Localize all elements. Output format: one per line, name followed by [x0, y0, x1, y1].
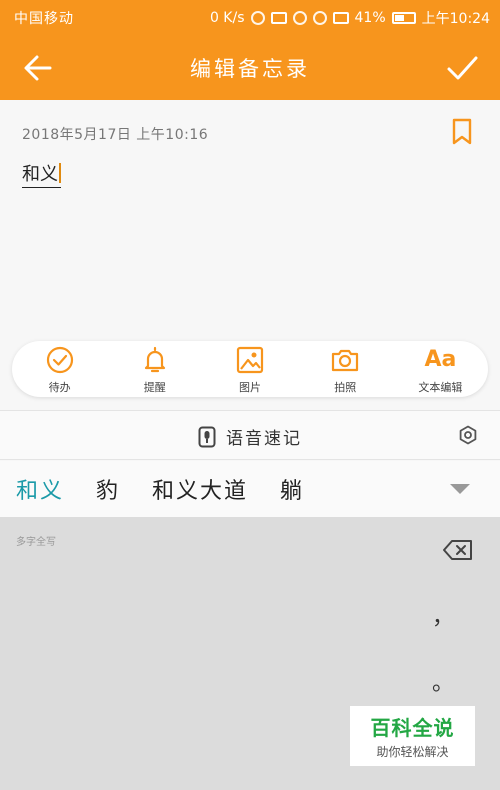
note-toolbar: 待办 提醒 图片 拍照 Aa 文本编辑 — [12, 341, 488, 397]
hd-icon — [270, 12, 287, 24]
battery-icon — [391, 12, 416, 24]
check-circle-icon — [46, 346, 73, 374]
bell-icon — [144, 346, 165, 373]
battery-percent: 41% — [354, 10, 386, 26]
note-date: 2018年5月17日 上午10:16 — [22, 127, 209, 143]
candidate-item[interactable]: 躺 — [264, 473, 320, 505]
candidate-item[interactable]: 和义大道 — [136, 473, 264, 505]
watermark-title: 百科全说 — [370, 716, 455, 740]
confirm-button[interactable] — [442, 48, 482, 88]
camera-icon — [332, 349, 359, 372]
text-cursor — [59, 163, 61, 183]
note-body[interactable]: 和义 — [22, 160, 61, 188]
page-title: 编辑备忘录 — [190, 57, 310, 81]
voice-note-button[interactable]: 语音速记 — [0, 424, 500, 449]
title-bar: 编辑备忘录 — [0, 34, 500, 100]
text-edit-label: 文本编辑 — [418, 381, 463, 394]
carrier-label: 中国移动 — [14, 11, 74, 27]
signal-icon — [332, 12, 349, 24]
eye-icon — [292, 11, 307, 25]
candidate-bar: 和义 豹 和义大道 躺 — [0, 461, 500, 517]
image-label: 图片 — [239, 381, 261, 394]
status-icons: 0 K/s 41% 上午10:24 — [210, 8, 490, 28]
bookmark-button[interactable] — [450, 118, 474, 146]
bookmark-icon — [452, 118, 472, 145]
wifi-icon — [312, 11, 327, 25]
checkmark-icon — [447, 56, 478, 80]
backspace-icon — [443, 540, 472, 560]
note-text: 和义 — [22, 164, 58, 185]
microphone-icon — [198, 426, 216, 447]
camera-label: 拍照 — [334, 381, 357, 394]
todo-button[interactable]: 待办 — [12, 341, 107, 397]
image-icon — [236, 346, 264, 374]
voice-bar: 语音速记 — [0, 410, 500, 460]
watermark-subtitle: 助你轻松解决 — [376, 745, 449, 759]
keyboard-settings-button[interactable] — [458, 425, 478, 445]
voice-note-label: 语音速记 — [226, 429, 302, 449]
backspace-button[interactable] — [442, 539, 474, 561]
text-format-icon: Aa — [424, 347, 457, 372]
reminder-label: 提醒 — [143, 381, 166, 394]
watermark-logo: 百科全说 助你轻松解决 — [350, 706, 475, 766]
comma-key[interactable]: ， — [432, 599, 454, 631]
expand-candidates-icon[interactable] — [450, 484, 470, 494]
keyboard-hint: 多字全写 — [16, 537, 56, 548]
text-edit-button[interactable]: Aa 文本编辑 — [393, 341, 488, 397]
image-button[interactable]: 图片 — [202, 341, 297, 397]
camera-button[interactable]: 拍照 — [298, 341, 393, 397]
reminder-button[interactable]: 提醒 — [107, 341, 202, 397]
clock: 上午10:24 — [421, 11, 490, 27]
status-bar: 中国移动 0 K/s 41% 上午10:24 — [0, 0, 500, 34]
todo-label: 待办 — [48, 381, 71, 394]
period-key[interactable]: 。 — [432, 665, 454, 697]
candidate-item[interactable]: 和义 — [0, 473, 80, 505]
candidate-item[interactable]: 豹 — [80, 473, 136, 505]
gear-icon — [459, 425, 477, 445]
network-speed: 0 K/s — [209, 10, 245, 26]
alarm-icon — [250, 11, 265, 25]
